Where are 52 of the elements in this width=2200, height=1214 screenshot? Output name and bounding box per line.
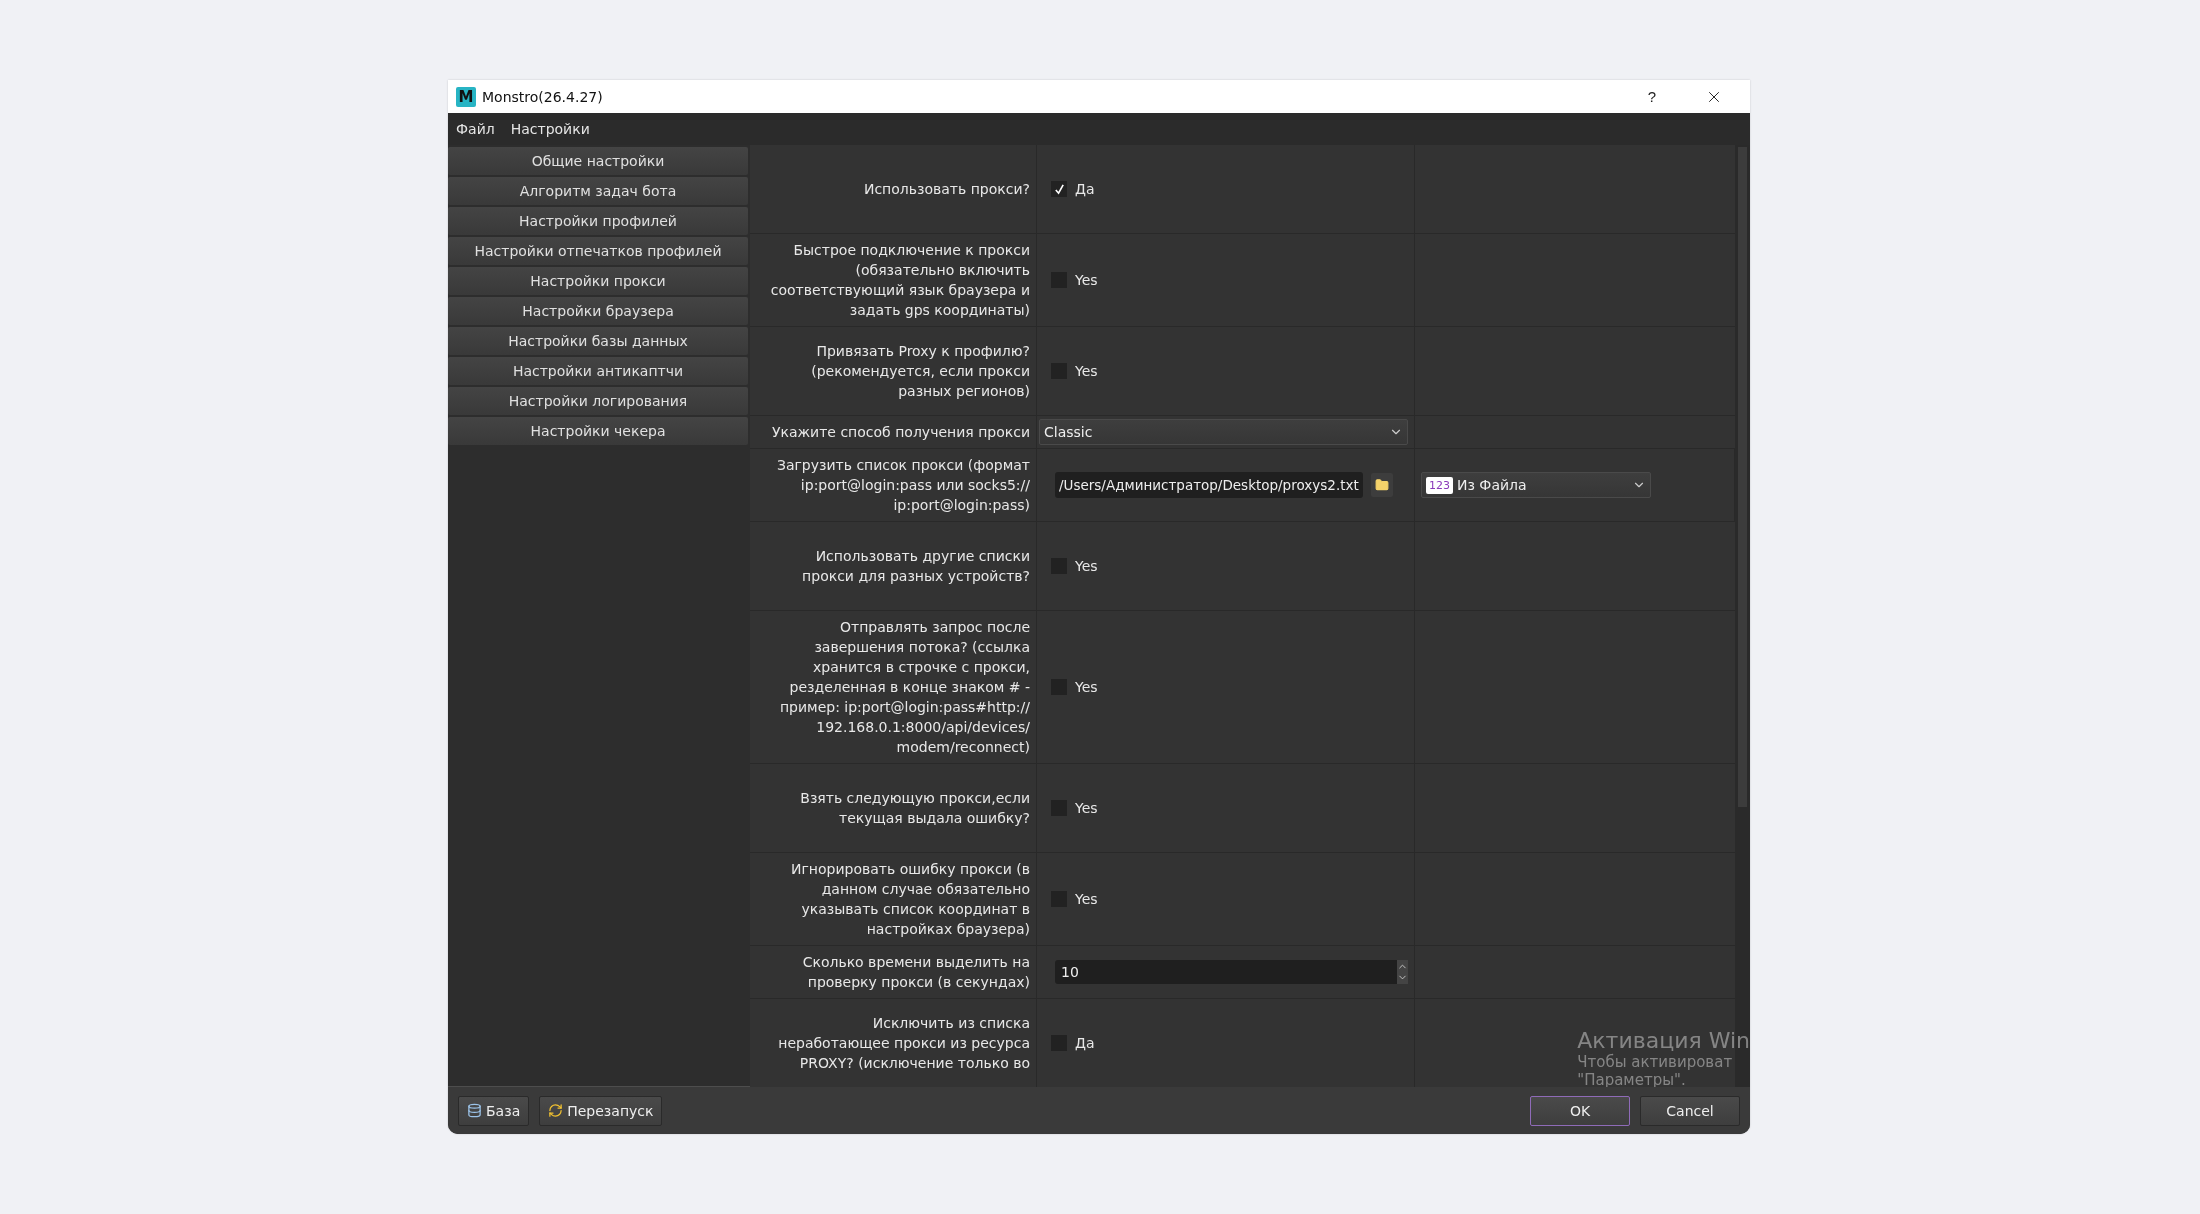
setting-label: Использовать прокси?	[863, 180, 1030, 199]
checkbox-label: Да	[1075, 1035, 1095, 1051]
ok-button[interactable]: OK	[1530, 1095, 1630, 1126]
number-badge: 123	[1426, 476, 1453, 494]
footer-button[interactable]: Перезапуск	[539, 1095, 663, 1126]
checkbox-label: Да	[1075, 181, 1095, 197]
menu-item[interactable]: Настройки	[510, 121, 590, 137]
app-logo: M	[456, 86, 476, 107]
activation-notice-title: Активация Win	[1577, 1028, 1750, 1053]
cancel-button[interactable]: Cancel	[1640, 1095, 1740, 1126]
sidebar-item[interactable]: Настройки отпечатков профилей	[448, 237, 748, 265]
checkbox-label: Yes	[1075, 679, 1098, 695]
checkbox[interactable]	[1051, 181, 1067, 197]
checkbox-label: Yes	[1075, 891, 1098, 907]
sidebar-item[interactable]: Настройки браузера	[448, 297, 748, 325]
checkbox-label: Yes	[1075, 272, 1098, 288]
setting-label: Укажите способ получения прокси	[771, 423, 1030, 442]
setting-label: Загрузить список прокси (формат ip:port@login:pass или socks5:// ip:port@login:pass)	[775, 456, 1030, 515]
checkbox-label: Yes	[1075, 800, 1098, 816]
refresh-icon	[548, 1103, 564, 1118]
file-path-field[interactable]: /Users/Администратор/Desktop/proxys2.txt	[1055, 472, 1363, 498]
setting-label: Взять следующую прокси,если текущая выдала ошибку?	[799, 789, 1030, 828]
setting-label: Использовать другие списки прокси для разных устройств?	[801, 547, 1030, 586]
window-title: Monstro(26.4.27)	[482, 88, 604, 105]
database-icon	[467, 1103, 482, 1118]
setting-label: Сколько времени выделить на проверку прокси (в секундах)	[801, 953, 1030, 992]
footer-button[interactable]: База	[458, 1095, 530, 1126]
number-field[interactable]: 10	[1055, 960, 1408, 984]
activation-notice-text: Чтобы активироват	[1577, 1053, 1734, 1071]
sidebar-item[interactable]: Настройки антикаптчи	[448, 357, 748, 385]
dropdown[interactable]: Classic	[1039, 419, 1408, 445]
sidebar-item[interactable]: Настройки чекера	[448, 417, 748, 445]
browse-button[interactable]	[1370, 473, 1393, 497]
setting-label: Быстрое подключение к прокси (обязательно включить соответствующий язык браузера и задать gps координаты)	[769, 241, 1030, 320]
setting-label: Исключить из списка неработающее прокси из ресурса PROXY? (исключение только во	[777, 1014, 1030, 1073]
sidebar-item[interactable]: Настройки логирования	[448, 387, 748, 415]
sidebar-item[interactable]: Общие настройки	[448, 147, 748, 175]
source-dropdown[interactable]: 123 Из Файла	[1421, 472, 1651, 498]
checkbox-label: Yes	[1075, 558, 1098, 574]
setting-label: Привязать Proxy к профилю? (рекомендуется, если прокси разных регионов)	[810, 342, 1030, 401]
help-button[interactable]: ?	[1624, 80, 1680, 113]
check-icon	[1053, 183, 1065, 195]
folder-icon	[1374, 478, 1389, 492]
sidebar-item[interactable]: Настройки профилей	[448, 207, 748, 235]
setting-label: Отправлять запрос после завершения потока? (ссылка хранится в строчке с прокси, резделенная в конце знаком # - пример: ip:port@login:pass#http:// 192.168.0.1:8000/api/devices/ modem/reconnect)	[778, 618, 1030, 757]
sidebar-item[interactable]: Настройки базы данных	[448, 327, 748, 355]
sidebar-item[interactable]: Алгоритм задач бота	[448, 177, 748, 205]
setting-label: Игнорировать ошибку прокси (в данном случае обязательно указывать список координат в настройках браузера)	[790, 860, 1030, 939]
sidebar-item[interactable]: Настройки прокси	[448, 267, 748, 295]
menu-item[interactable]: Файл	[456, 121, 495, 137]
checkbox-label: Yes	[1075, 363, 1098, 379]
spin-buttons[interactable]	[1397, 960, 1408, 984]
